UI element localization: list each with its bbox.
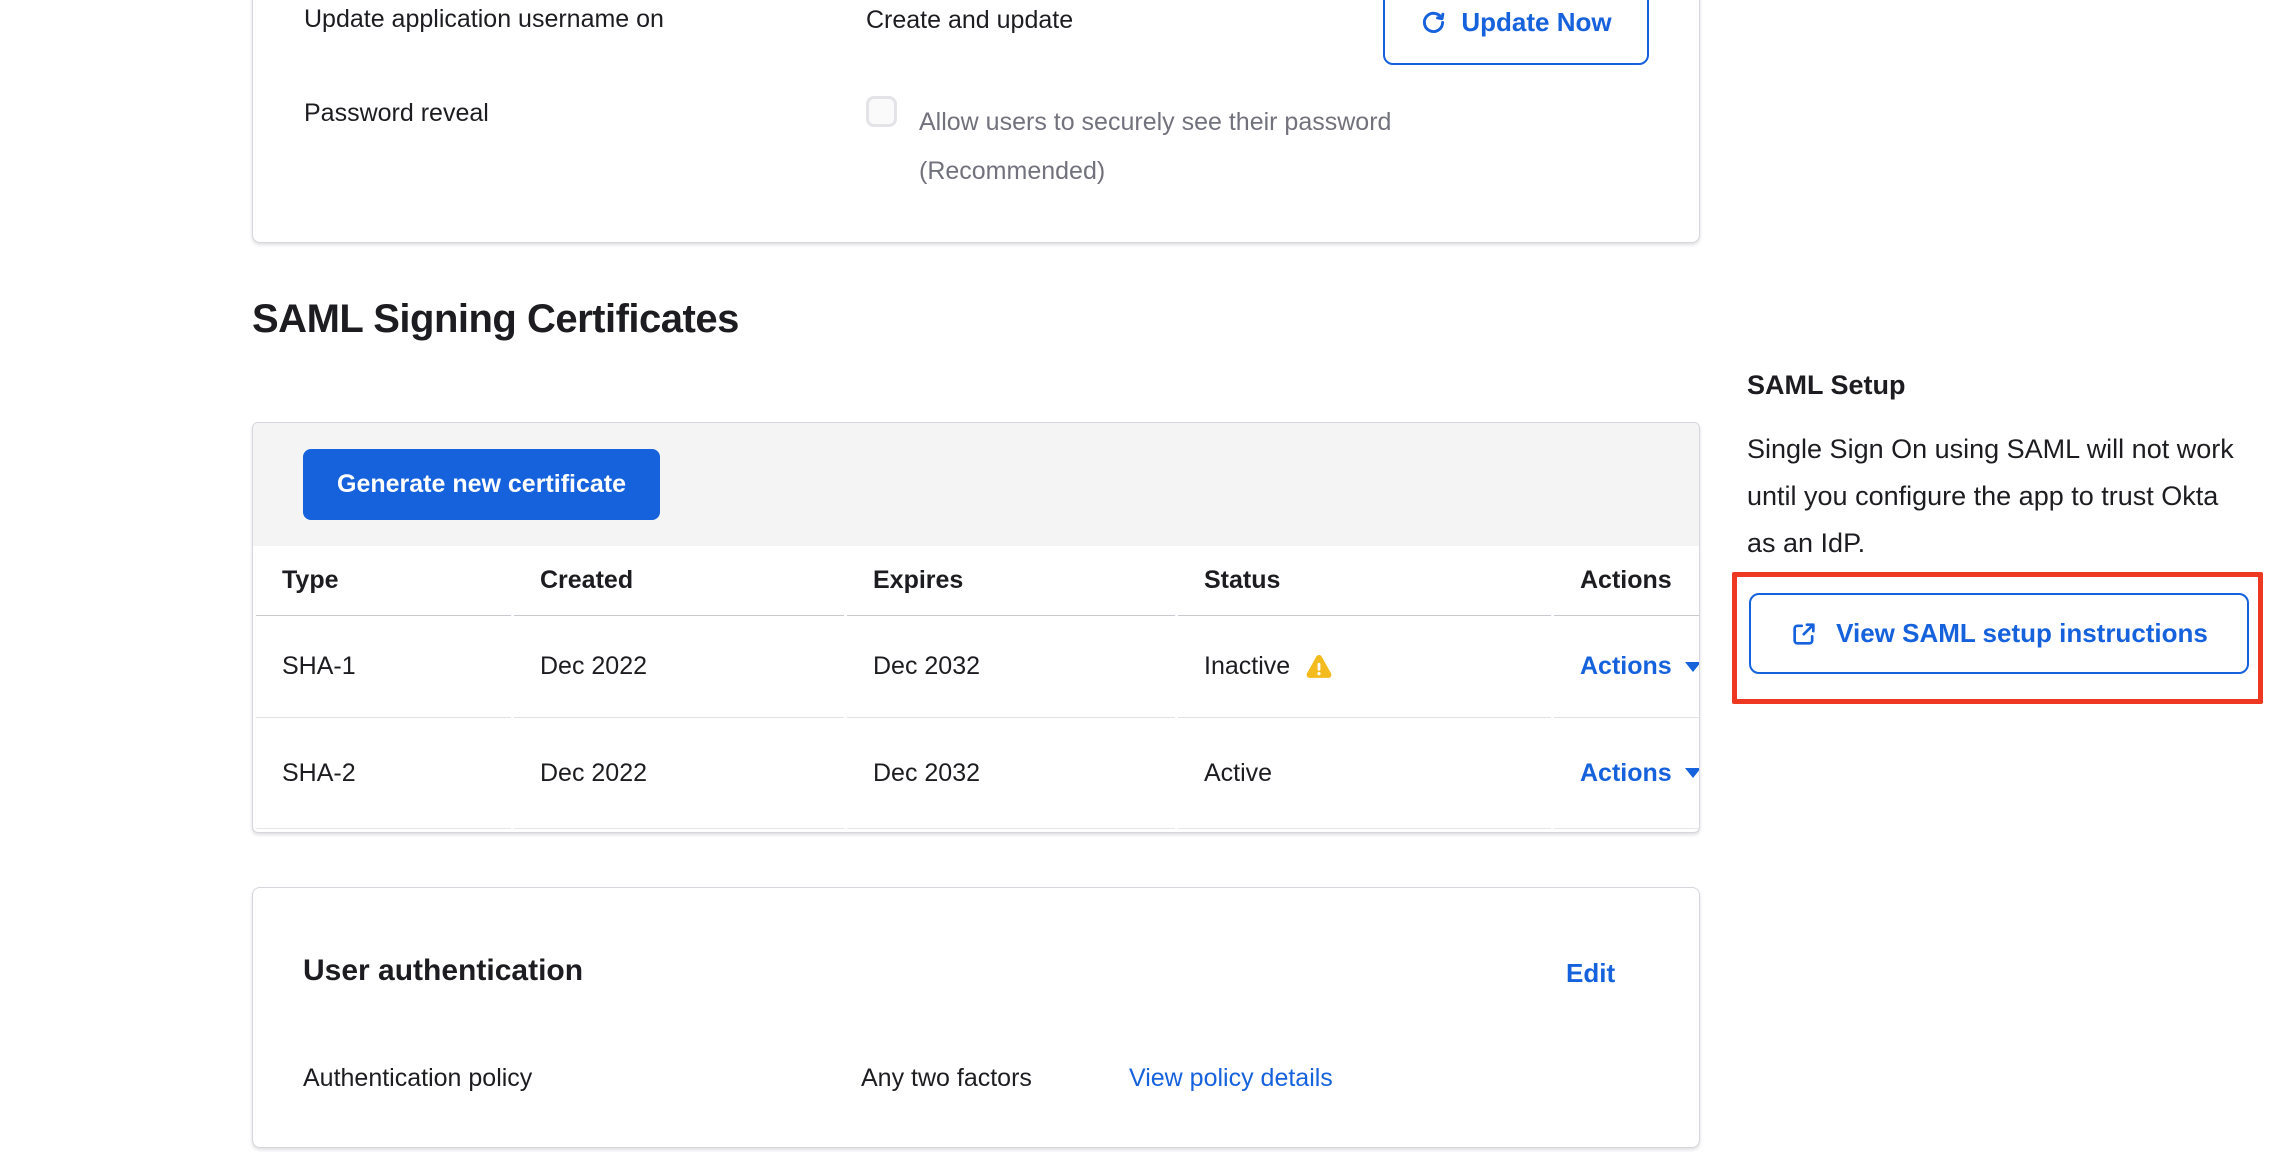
certificates-panel-toolbar: Generate new certificate	[253, 423, 1699, 546]
sign-on-settings-card: Update application username on Create an…	[252, 0, 1700, 243]
view-saml-setup-instructions-button[interactable]: View SAML setup instructions	[1749, 593, 2249, 674]
password-reveal-label: Password reveal	[304, 99, 489, 128]
password-reveal-checkbox[interactable]	[866, 96, 897, 127]
actions-dropdown-sha1[interactable]: Actions	[1580, 652, 1700, 681]
column-header-expires: Expires	[847, 546, 1175, 616]
cell-status: Active	[1178, 718, 1551, 829]
certificate-row-sha1: SHA-1 Dec 2022 Dec 2032 Inactive	[256, 616, 1700, 718]
column-header-created: Created	[514, 546, 844, 616]
authentication-policy-value: Any two factors	[861, 1064, 1032, 1093]
authentication-policy-label: Authentication policy	[303, 1064, 532, 1093]
cell-created: Dec 2022	[514, 616, 844, 718]
cell-actions: Actions	[1554, 718, 1700, 829]
update-now-label: Update Now	[1461, 7, 1611, 38]
refresh-icon	[1420, 9, 1447, 36]
view-policy-details-link[interactable]: View policy details	[1129, 1064, 1333, 1093]
cell-expires: Dec 2032	[847, 718, 1175, 829]
certificate-row-sha2: SHA-2 Dec 2022 Dec 2032 Active	[256, 718, 1700, 829]
certificates-panel: Generate new certificate Type Created Ex…	[252, 422, 1700, 833]
cell-type: SHA-2	[256, 718, 511, 829]
view-saml-setup-instructions-label: View SAML setup instructions	[1836, 618, 2208, 649]
cell-created: Dec 2022	[514, 718, 844, 829]
saml-signing-certificates-heading: SAML Signing Certificates	[252, 297, 739, 342]
column-header-status: Status	[1178, 546, 1551, 616]
update-username-label: Update application username on	[304, 5, 664, 34]
caret-down-icon	[1685, 768, 1700, 778]
warning-icon	[1304, 652, 1334, 682]
password-reveal-checkbox-label: Allow users to securely see their passwo…	[919, 98, 1464, 196]
status-text: Active	[1204, 759, 1272, 788]
cell-actions: Actions	[1554, 616, 1700, 718]
saml-setup-description: Single Sign On using SAML will not work …	[1747, 426, 2239, 567]
caret-down-icon	[1685, 662, 1700, 672]
column-header-actions: Actions	[1554, 546, 1700, 616]
actions-label: Actions	[1580, 759, 1672, 788]
update-now-button[interactable]: Update Now	[1383, 0, 1649, 65]
actions-dropdown-sha2[interactable]: Actions	[1580, 759, 1700, 788]
column-header-type: Type	[256, 546, 511, 616]
user-authentication-card: User authentication Edit Authentication …	[252, 887, 1700, 1148]
cell-status: Inactive	[1178, 616, 1551, 718]
certificates-table-header-row: Type Created Expires Status Actions	[256, 546, 1700, 616]
actions-label: Actions	[1580, 652, 1672, 681]
cell-type: SHA-1	[256, 616, 511, 718]
status-text: Inactive	[1204, 652, 1290, 681]
certificates-table: Type Created Expires Status Actions SHA-…	[253, 546, 1700, 829]
edit-user-authentication-link[interactable]: Edit	[1566, 958, 1615, 989]
saml-setup-title: SAML Setup	[1747, 370, 1906, 401]
update-username-value: Create and update	[866, 6, 1073, 35]
page-canvas: Update application username on Create an…	[0, 0, 2279, 1158]
cell-expires: Dec 2032	[847, 616, 1175, 718]
user-authentication-title: User authentication	[303, 954, 583, 988]
generate-new-certificate-button[interactable]: Generate new certificate	[303, 449, 660, 520]
external-link-icon	[1790, 620, 1818, 648]
